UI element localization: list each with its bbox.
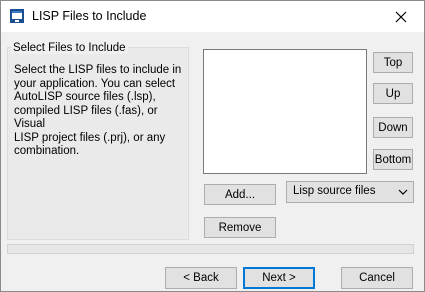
instructions-line: Select the LISP files to include in <box>14 64 182 76</box>
instructions-line: your application. You can select <box>14 77 176 90</box>
close-button[interactable] <box>378 1 424 32</box>
progress-bar <box>7 244 414 254</box>
group-title: Select Files to Include <box>11 42 128 54</box>
move-bottom-button[interactable]: Bottom <box>373 149 413 170</box>
wizard-dialog: LISP Files to Include Select Files to In… <box>0 0 425 292</box>
instructions-line: LISP project files (.prj), or any <box>14 131 166 144</box>
app-window-icon <box>10 9 24 23</box>
move-down-button[interactable]: Down <box>373 117 413 138</box>
file-type-select[interactable]: Lisp source files <box>286 181 414 203</box>
instructions-line: combination. <box>14 145 80 157</box>
add-button[interactable]: Add... <box>204 184 276 205</box>
chevron-down-icon <box>398 189 408 195</box>
next-button[interactable]: Next > <box>243 267 315 289</box>
move-top-button[interactable]: Top <box>373 52 413 73</box>
instructions-line: compiled LISP files (.fas), or Visual <box>14 104 158 131</box>
close-icon <box>395 11 407 22</box>
file-list[interactable] <box>203 49 367 174</box>
cancel-button[interactable]: Cancel <box>341 267 413 289</box>
remove-button[interactable]: Remove <box>204 217 276 238</box>
window-title: LISP Files to Include <box>32 9 147 23</box>
instructions-line: AutoLISP source files (.lsp), <box>14 91 156 103</box>
file-type-value: Lisp source files <box>293 185 376 197</box>
title-bar: LISP Files to Include <box>1 1 424 32</box>
back-button[interactable]: < Back <box>165 267 237 289</box>
instructions-text: Select the LISP files to include in your… <box>14 64 186 159</box>
move-up-button[interactable]: Up <box>373 83 413 104</box>
